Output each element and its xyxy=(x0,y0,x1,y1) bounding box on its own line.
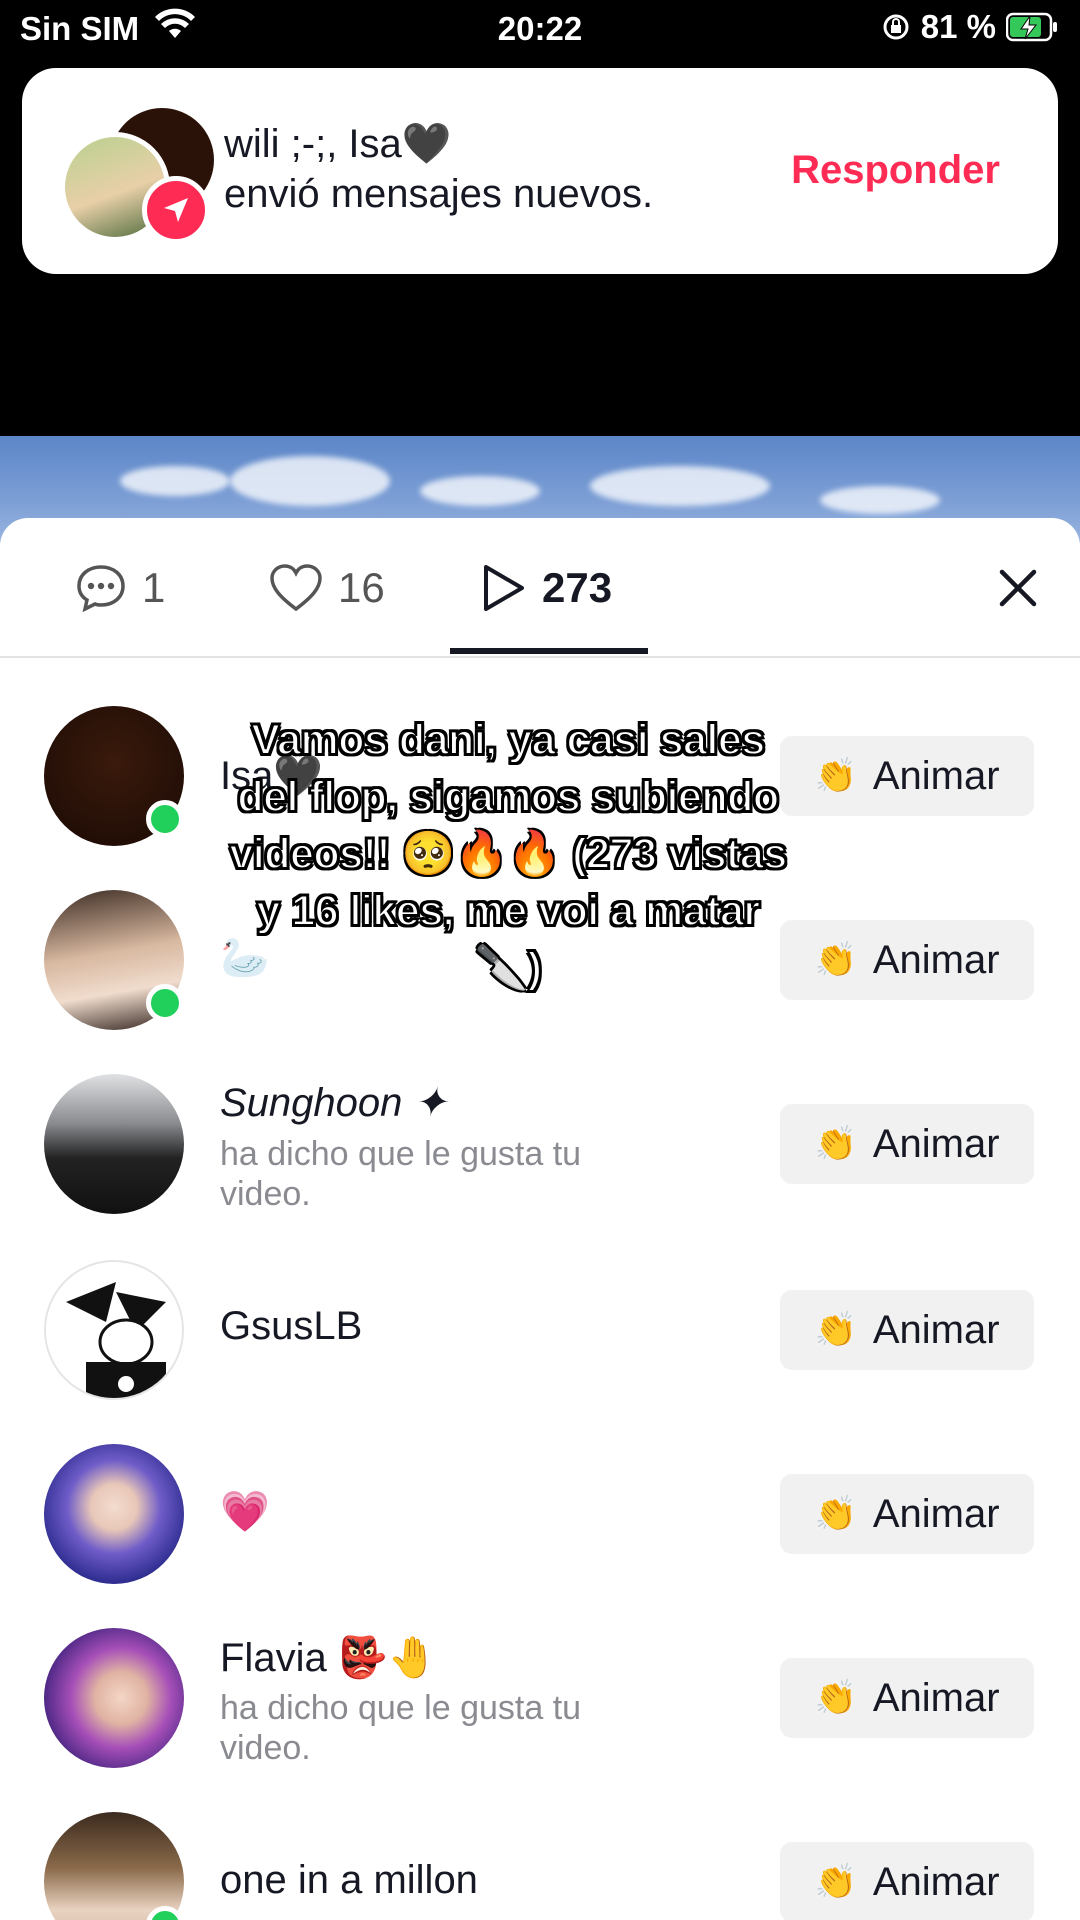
online-indicator xyxy=(146,984,184,1022)
active-tab-indicator xyxy=(450,648,648,654)
animar-label: Animar xyxy=(872,753,1000,798)
animar-button[interactable]: 👏 Animar xyxy=(780,920,1034,1000)
animar-label: Animar xyxy=(872,1675,1000,1720)
orientation-lock-icon xyxy=(883,14,909,40)
reply-button[interactable]: Responder xyxy=(791,148,1000,193)
close-icon[interactable] xyxy=(994,564,1042,612)
list-item[interactable]: 💗 👏 Animar xyxy=(0,1420,1080,1604)
viewer-subtitle: ha dicho que le gusta tu video. xyxy=(220,1135,582,1213)
animar-button[interactable]: 👏 Animar xyxy=(780,1290,1034,1370)
list-item[interactable]: Sunghoon ✦ ha dicho que le gusta tu vide… xyxy=(0,1050,1080,1234)
animar-label: Animar xyxy=(872,1859,1000,1904)
battery-charging-icon xyxy=(1006,12,1057,42)
viewer-name: one in a millon xyxy=(220,1858,478,1902)
heart-icon xyxy=(270,564,322,612)
list-item[interactable]: GsusLB 👏 Animar xyxy=(0,1236,1080,1420)
animar-button[interactable]: 👏 Animar xyxy=(780,1104,1034,1184)
animar-button[interactable]: 👏 Animar xyxy=(780,1842,1034,1920)
wave-hand-icon: 👏 xyxy=(814,1863,857,1901)
avatar[interactable] xyxy=(44,1074,184,1214)
wave-hand-icon: 👏 xyxy=(814,757,857,795)
wave-hand-icon: 👏 xyxy=(814,1495,857,1533)
wave-hand-icon: 👏 xyxy=(814,1125,857,1163)
animar-label: Animar xyxy=(872,1121,1000,1166)
animar-label: Animar xyxy=(872,1307,1000,1352)
animar-label: Animar xyxy=(872,937,1000,982)
animar-button[interactable]: 👏 Animar xyxy=(780,736,1034,816)
viewer-name: Flavia 👺🤚 xyxy=(220,1636,438,1680)
list-item[interactable]: Flavia 👺🤚 ha dicho que le gusta tu video… xyxy=(0,1604,1080,1788)
viewer-name: GsusLB xyxy=(220,1304,363,1348)
avatar[interactable] xyxy=(44,1444,184,1584)
avatar[interactable] xyxy=(44,1812,184,1920)
wave-hand-icon: 👏 xyxy=(814,1311,857,1349)
viewer-subtitle: ha dicho que le gusta tu video. xyxy=(220,1689,582,1767)
online-indicator xyxy=(146,800,184,838)
animar-button[interactable]: 👏 Animar xyxy=(780,1474,1034,1554)
wave-hand-icon: 👏 xyxy=(814,941,857,979)
direct-message-badge xyxy=(142,176,210,244)
tab-comments[interactable]: 1 xyxy=(74,558,165,618)
viewer-name: Sunghoon ✦ xyxy=(220,1081,448,1125)
battery-percent: 81 % xyxy=(920,8,996,45)
status-bar: Sin SIM 20:22 81 % xyxy=(0,0,1080,62)
animar-label: Animar xyxy=(872,1491,1000,1536)
tab-likes[interactable]: 16 xyxy=(268,558,385,618)
notification-title: wili ;-;, Isa🖤 xyxy=(224,122,452,166)
cartoon-avatar-icon xyxy=(66,1282,166,1398)
avatar[interactable] xyxy=(44,1260,184,1400)
notification-body: envió mensajes nuevos. xyxy=(224,172,654,216)
video-caption-overlay: Vamos dani, ya casi sales del flop, siga… xyxy=(228,715,788,993)
send-icon xyxy=(164,198,188,222)
comment-icon xyxy=(77,565,125,613)
viewer-name: 💗 xyxy=(220,1490,270,1534)
view-count: 273 xyxy=(542,564,613,611)
comment-count: 1 xyxy=(142,564,166,611)
wave-hand-icon: 👏 xyxy=(814,1679,857,1717)
message-notification[interactable]: wili ;-;, Isa🖤 envió mensajes nuevos. Re… xyxy=(22,68,1058,274)
like-count: 16 xyxy=(338,564,385,611)
play-icon xyxy=(484,565,524,611)
animar-button[interactable]: 👏 Animar xyxy=(780,1658,1034,1738)
tab-views[interactable]: 273 xyxy=(480,558,612,618)
avatar[interactable] xyxy=(44,1628,184,1768)
stats-tabs: 1 16 273 xyxy=(0,518,1080,658)
list-item[interactable]: one in a millon 👏 Animar xyxy=(0,1788,1080,1920)
